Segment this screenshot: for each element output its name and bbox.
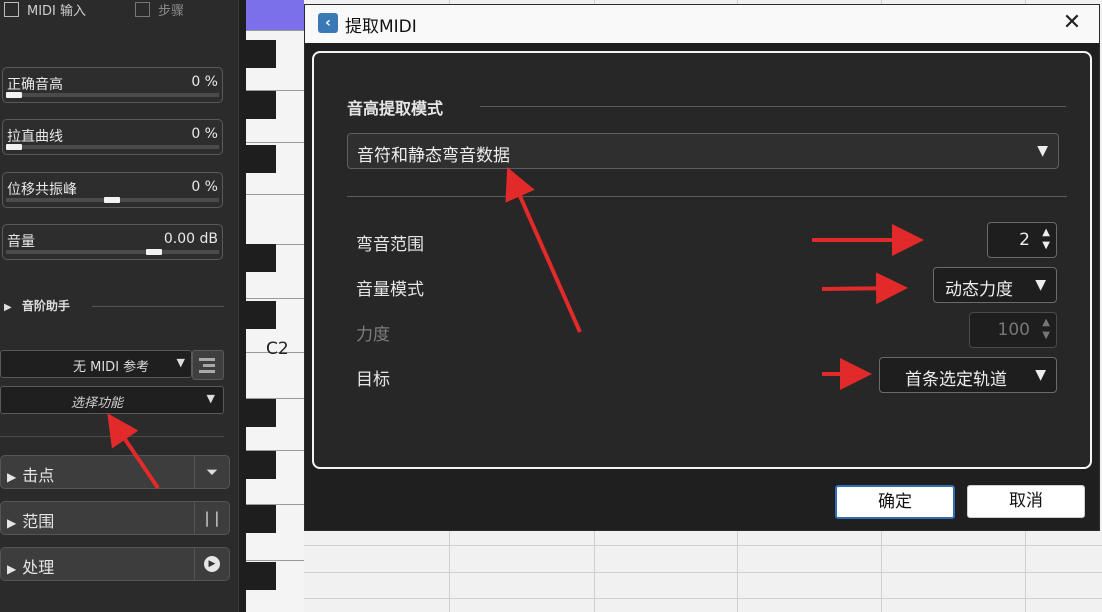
panel-label: ▶ 处理 bbox=[7, 558, 55, 577]
filter-icon[interactable]: ⏷ bbox=[194, 456, 229, 488]
chevron-down-icon: ▼ bbox=[176, 356, 185, 369]
slider-label: 正确音高 bbox=[7, 77, 63, 93]
scale-assistant-toggle[interactable]: ▶ 音阶助手 bbox=[4, 297, 70, 314]
close-button[interactable]: ✕ bbox=[1057, 8, 1087, 38]
bend-range-label: 弯音范围 bbox=[356, 235, 424, 255]
slider-value: 0 % bbox=[191, 179, 218, 195]
black-key[interactable] bbox=[246, 244, 276, 272]
slider-track[interactable] bbox=[6, 145, 219, 149]
slider-track[interactable] bbox=[6, 93, 219, 97]
panel-1[interactable]: ▶ 范围 | | bbox=[0, 501, 230, 535]
volume-mode-value: 动态力度 bbox=[945, 280, 1013, 300]
slider-thumb[interactable] bbox=[6, 92, 22, 98]
black-key[interactable] bbox=[246, 91, 276, 119]
slider-label: 位移共振峰 bbox=[7, 182, 77, 198]
ok-button[interactable]: 确定 bbox=[835, 485, 955, 519]
group-divider bbox=[480, 106, 1066, 107]
dialog-content-frame: 音高提取模式 音符和静态弯音数据 ▼ 弯音范围 2 ▲ ▼ 音量模式 动态力度 ▼… bbox=[312, 51, 1092, 469]
slider-2[interactable]: 位移共振峰 0 % bbox=[2, 172, 223, 208]
volume-mode-label: 音量模式 bbox=[356, 280, 424, 300]
stepper-arrows-icon[interactable]: ▲ ▼ bbox=[1042, 226, 1050, 252]
bend-range-value: 2 bbox=[1019, 230, 1030, 250]
step-option[interactable]: 步骤 bbox=[135, 0, 184, 19]
midi-input-checkbox[interactable] bbox=[4, 2, 19, 17]
step-label: 步骤 bbox=[158, 4, 185, 19]
panel-0[interactable]: ▶ 击点 ⏷ bbox=[0, 455, 230, 489]
midi-reference-dropdown[interactable]: 无 MIDI 参考 ▼ bbox=[0, 350, 192, 378]
scale-assistant-label: 音阶助手 bbox=[21, 299, 70, 313]
inspector-panel: MIDI 输入 步骤 正确音高 0 % 拉直曲线 0 % 位移共振峰 0 % 音量 0.00 … bbox=[0, 0, 238, 612]
slider-track[interactable] bbox=[6, 250, 219, 254]
bend-range-stepper[interactable]: 2 ▲ ▼ bbox=[987, 222, 1057, 258]
panel-label: ▶ 击点 bbox=[7, 466, 55, 485]
black-key[interactable] bbox=[246, 145, 276, 173]
expand-icon: ▶ bbox=[4, 302, 12, 313]
select-function-dropdown[interactable]: 选择功能 ▼ bbox=[0, 386, 224, 414]
extract-midi-dialog: ‹ 提取MIDI ✕ 音高提取模式 音符和静态弯音数据 ▼ 弯音范围 2 ▲ ▼ … bbox=[304, 4, 1100, 531]
slider-value: 0.00 dB bbox=[163, 231, 218, 247]
white-key-edge bbox=[246, 560, 304, 561]
ruler-header bbox=[246, 0, 304, 30]
step-checkbox[interactable] bbox=[135, 2, 150, 17]
slider-label: 音量 bbox=[7, 234, 35, 250]
black-key[interactable] bbox=[246, 505, 276, 533]
target-label: 目标 bbox=[356, 370, 390, 390]
white-key-edge bbox=[246, 298, 304, 299]
range-icon[interactable]: | | bbox=[194, 502, 229, 534]
keyboard-editor-icon[interactable] bbox=[192, 350, 224, 380]
panel-2[interactable]: ▶ 处理 ▶ bbox=[0, 547, 230, 581]
slider-thumb[interactable] bbox=[6, 144, 22, 150]
panel-label: ▶ 范围 bbox=[7, 512, 55, 531]
midi-input-label: MIDI 输入 bbox=[27, 4, 87, 19]
chevron-down-icon: ▼ bbox=[1035, 367, 1046, 383]
divider bbox=[0, 436, 224, 437]
black-key[interactable] bbox=[246, 301, 276, 329]
velocity-stepper[interactable]: 100 ▲ ▼ bbox=[969, 312, 1057, 348]
grid-line bbox=[304, 598, 1102, 599]
white-key-edge bbox=[246, 194, 304, 195]
cancel-button[interactable]: 取消 bbox=[967, 485, 1085, 518]
play-circle-icon[interactable]: ▶ bbox=[194, 548, 229, 580]
slider-1[interactable]: 拉直曲线 0 % bbox=[2, 119, 223, 155]
cubase-logo-icon: ‹ bbox=[318, 13, 338, 33]
target-dropdown[interactable]: 首条选定轨道 ▼ bbox=[879, 357, 1057, 393]
chevron-down-icon: ▼ bbox=[1035, 277, 1046, 293]
midi-input-option[interactable]: MIDI 输入 bbox=[4, 0, 86, 19]
piano-keyboard[interactable] bbox=[246, 0, 304, 612]
chevron-down-icon: ▼ bbox=[206, 392, 215, 405]
target-value: 首条选定轨道 bbox=[905, 370, 1007, 390]
black-key[interactable] bbox=[246, 562, 276, 590]
midi-reference-value: 无 MIDI 参考 bbox=[73, 360, 150, 375]
pitch-mode-value: 音符和静态弯音数据 bbox=[357, 146, 510, 166]
note-label-c2: C2 bbox=[266, 339, 289, 359]
black-key[interactable] bbox=[246, 451, 276, 479]
slider-value: 0 % bbox=[191, 74, 218, 90]
black-key[interactable] bbox=[246, 399, 276, 427]
chevron-down-icon: ▼ bbox=[1037, 143, 1048, 159]
grid-line bbox=[304, 572, 1102, 573]
divider bbox=[347, 196, 1067, 197]
slider-label: 拉直曲线 bbox=[7, 129, 63, 145]
slider-0[interactable]: 正确音高 0 % bbox=[2, 67, 223, 103]
slider-thumb[interactable] bbox=[103, 197, 120, 203]
black-key[interactable] bbox=[246, 40, 276, 68]
white-key-edge bbox=[246, 30, 304, 31]
select-function-placeholder: 选择功能 bbox=[71, 396, 124, 411]
slider-3[interactable]: 音量 0.00 dB bbox=[2, 224, 223, 260]
velocity-label: 力度 bbox=[356, 325, 390, 345]
group-title: 音高提取模式 bbox=[347, 99, 444, 118]
velocity-value: 100 bbox=[997, 320, 1030, 340]
pitch-mode-dropdown[interactable]: 音符和静态弯音数据 ▼ bbox=[347, 133, 1059, 169]
dialog-titlebar[interactable]: ‹ 提取MIDI ✕ bbox=[305, 5, 1099, 43]
stepper-arrows-icon[interactable]: ▲ ▼ bbox=[1042, 316, 1050, 342]
grid-line bbox=[304, 545, 1102, 546]
volume-mode-dropdown[interactable]: 动态力度 ▼ bbox=[933, 267, 1057, 303]
slider-value: 0 % bbox=[191, 126, 218, 142]
slider-thumb[interactable] bbox=[146, 249, 163, 255]
section-divider bbox=[92, 306, 224, 307]
white-key-edge bbox=[246, 142, 304, 143]
dialog-title: 提取MIDI bbox=[345, 17, 417, 37]
